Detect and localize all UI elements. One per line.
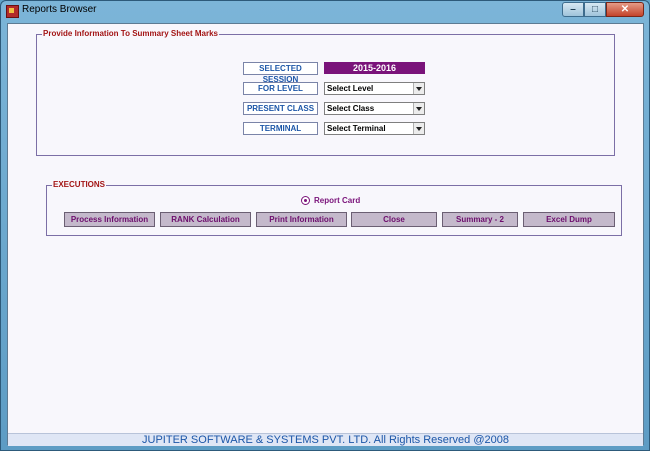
window-title: Reports Browser — [22, 4, 97, 15]
report-card-label: Report Card — [314, 196, 361, 205]
terminal-select[interactable]: Select Terminal — [324, 122, 425, 135]
session-label: SELECTED SESSION — [243, 62, 318, 84]
minimize-button[interactable]: – — [562, 2, 584, 17]
rank-calculation-button[interactable]: RANK Calculation — [160, 212, 251, 227]
window-controls: – □ ✕ — [562, 2, 644, 17]
terminal-label: TERMINAL — [243, 122, 318, 135]
radio-selected-icon[interactable] — [301, 196, 310, 205]
level-label: FOR LEVEL — [243, 82, 318, 95]
copyright-footer: JUPITER SOFTWARE & SYSTEMS PVT. LTD. All… — [8, 433, 643, 446]
info-group-legend: Provide Information To Summary Sheet Mar… — [42, 29, 220, 39]
app-icon — [6, 5, 19, 18]
info-group: Provide Information To Summary Sheet Mar… — [36, 29, 615, 156]
summary-2-button[interactable]: Summary - 2 — [442, 212, 518, 227]
title-bar[interactable]: Reports Browser – □ ✕ — [1, 1, 649, 21]
terminal-select-value: Select Terminal — [327, 124, 386, 133]
maximize-button[interactable]: □ — [584, 2, 606, 17]
executions-group: EXECUTIONS Report Card Process Informati… — [46, 180, 622, 236]
client-area: Provide Information To Summary Sheet Mar… — [7, 23, 644, 446]
session-value: 2015-2016 — [324, 62, 425, 74]
class-select-value: Select Class — [327, 104, 375, 113]
chevron-down-icon[interactable] — [413, 83, 424, 94]
level-select-value: Select Level — [327, 84, 374, 93]
print-information-button[interactable]: Print Information — [256, 212, 347, 227]
close-window-button[interactable]: ✕ — [606, 2, 644, 17]
close-button[interactable]: Close — [351, 212, 437, 227]
process-information-button[interactable]: Process Information — [64, 212, 155, 227]
class-select[interactable]: Select Class — [324, 102, 425, 115]
executions-legend: EXECUTIONS — [52, 180, 107, 190]
app-window: Reports Browser – □ ✕ Provide Informatio… — [0, 0, 650, 451]
level-select[interactable]: Select Level — [324, 82, 425, 95]
report-card-option[interactable]: Report Card — [301, 196, 360, 205]
chevron-down-icon[interactable] — [413, 123, 424, 134]
class-label: PRESENT CLASS — [243, 102, 318, 115]
excel-dump-button[interactable]: Excel Dump — [523, 212, 615, 227]
chevron-down-icon[interactable] — [413, 103, 424, 114]
